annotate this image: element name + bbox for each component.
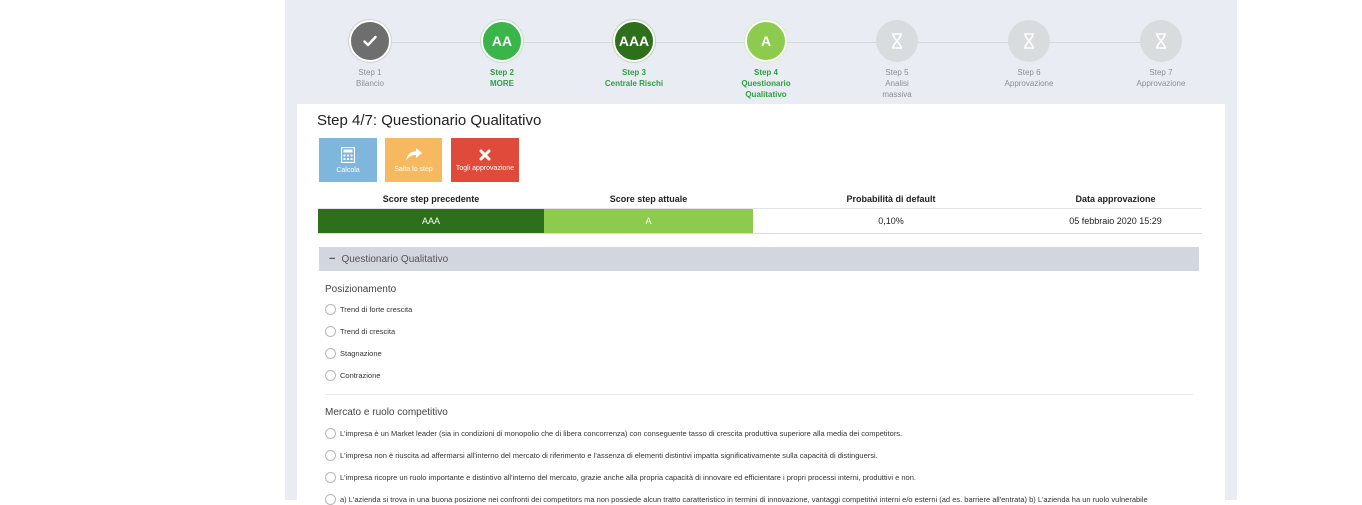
radio-option[interactable]: Contrazione bbox=[325, 370, 380, 381]
approval-date-cell: 05 febbraio 2020 15:29 bbox=[1069, 216, 1162, 226]
calculator-icon bbox=[341, 146, 355, 163]
collapse-icon: − bbox=[329, 253, 336, 265]
calculate-button-label: Calcola bbox=[336, 166, 360, 174]
step-5[interactable]: Step 5 Analisi massiva bbox=[842, 20, 952, 100]
radio-option[interactable]: L'impresa non è riuscita ad affermarsi a… bbox=[325, 450, 878, 461]
radio-option[interactable]: Stagnazione bbox=[325, 348, 382, 359]
step-4[interactable]: A Step 4 Questionario Qualitativo bbox=[711, 20, 821, 100]
radio-button[interactable] bbox=[325, 428, 336, 439]
skip-step-button-label: Salta lo step bbox=[394, 165, 433, 173]
step-4-label: Step 4 Questionario Qualitativo bbox=[741, 68, 791, 99]
header-previous-score: Score step precedente bbox=[382, 194, 480, 204]
radio-option-label: Contrazione bbox=[340, 371, 381, 380]
step-1-label: Step 1 Bilancio bbox=[355, 68, 384, 88]
radio-option-label: Trend di forte crescita bbox=[340, 305, 413, 314]
group-title-positioning: Posizionamento bbox=[325, 284, 397, 295]
radio-option-label: L'impresa non è riuscita ad affermarsi a… bbox=[340, 451, 878, 460]
radio-option-label: L'impresa è un Market leader (sia in con… bbox=[340, 429, 903, 438]
step-6-label: Step 6 Approvazione bbox=[1004, 68, 1054, 88]
step-7-label: Step 7 Approvazione bbox=[1136, 68, 1186, 88]
header-default-probability: Probabilità di default bbox=[846, 194, 936, 204]
radio-option-label: L'impresa ricopre un ruolo importante e … bbox=[340, 473, 916, 482]
radio-button[interactable] bbox=[325, 472, 336, 483]
radio-button[interactable] bbox=[325, 450, 336, 461]
radio-button[interactable] bbox=[325, 326, 336, 337]
skip-step-button[interactable]: Salta lo step bbox=[385, 138, 442, 182]
step-5-label: Step 5 Analisi massiva bbox=[882, 68, 912, 99]
header-approval-date: Data approvazione bbox=[1075, 194, 1156, 204]
radio-option-label: Stagnazione bbox=[340, 349, 382, 358]
radio-option[interactable]: Trend di crescita bbox=[325, 326, 395, 337]
check-icon bbox=[349, 20, 391, 62]
radio-button[interactable] bbox=[325, 370, 336, 381]
step-3-badge: AAA bbox=[613, 20, 655, 62]
current-score-cell: A bbox=[544, 209, 753, 233]
radio-option[interactable]: L'impresa ricopre un ruolo importante e … bbox=[325, 472, 916, 483]
divider bbox=[325, 394, 1193, 395]
radio-option[interactable]: Trend di forte crescita bbox=[325, 304, 412, 315]
step-3-label: Step 3 Centrale Rischi bbox=[604, 68, 664, 88]
questionnaire-section-title: Questionario Qualitativo bbox=[341, 253, 449, 265]
questionnaire-section-toggle[interactable]: − Questionario Qualitativo bbox=[319, 247, 1199, 271]
page-title: Step 4/7: Questionario Qualitativo bbox=[317, 112, 542, 129]
group-title-market: Mercato e ruolo competitivo bbox=[325, 407, 448, 418]
close-icon bbox=[479, 149, 491, 160]
remove-approval-button[interactable]: Togli approvazione bbox=[451, 138, 519, 182]
content-card: Step 4/7: Questionario Qualitativo Calco… bbox=[297, 104, 1225, 505]
step-6[interactable]: Step 6 Approvazione bbox=[974, 20, 1084, 89]
radio-option[interactable]: L'impresa è un Market leader (sia in con… bbox=[325, 428, 902, 439]
step-2-label: Step 2 MORE bbox=[489, 68, 514, 88]
step-4-badge: A bbox=[745, 20, 787, 62]
share-arrow-icon bbox=[405, 147, 422, 161]
radio-button[interactable] bbox=[325, 304, 336, 315]
hourglass-icon bbox=[876, 20, 918, 62]
hourglass-icon bbox=[1140, 20, 1182, 62]
radio-option-label: Trend di crescita bbox=[340, 327, 396, 336]
step-1[interactable]: Step 1 Bilancio bbox=[315, 20, 425, 89]
step-2-badge: AA bbox=[481, 20, 523, 62]
default-probability-cell: 0,10% bbox=[878, 216, 904, 226]
previous-score-cell: AAA bbox=[318, 209, 544, 233]
stepper: Step 1 Bilancio AA Step 2 MORE AAA Step 3C… bbox=[285, 0, 1237, 104]
step-3[interactable]: AAA Step 3 Centrale Rischi bbox=[579, 20, 689, 89]
hourglass-icon bbox=[1008, 20, 1050, 62]
header-current-score: Score step attuale bbox=[609, 194, 688, 204]
remove-approval-button-label: Togli approvazione bbox=[455, 164, 515, 172]
calculate-button[interactable]: Calcola bbox=[319, 138, 377, 182]
score-row: AAA A 0,10% 05 febbraio 2020 15:29 bbox=[318, 208, 1202, 234]
step-7[interactable]: Step 7 Approvazione bbox=[1106, 20, 1216, 89]
radio-button[interactable] bbox=[325, 348, 336, 359]
step-2[interactable]: AA Step 2 MORE bbox=[447, 20, 557, 89]
